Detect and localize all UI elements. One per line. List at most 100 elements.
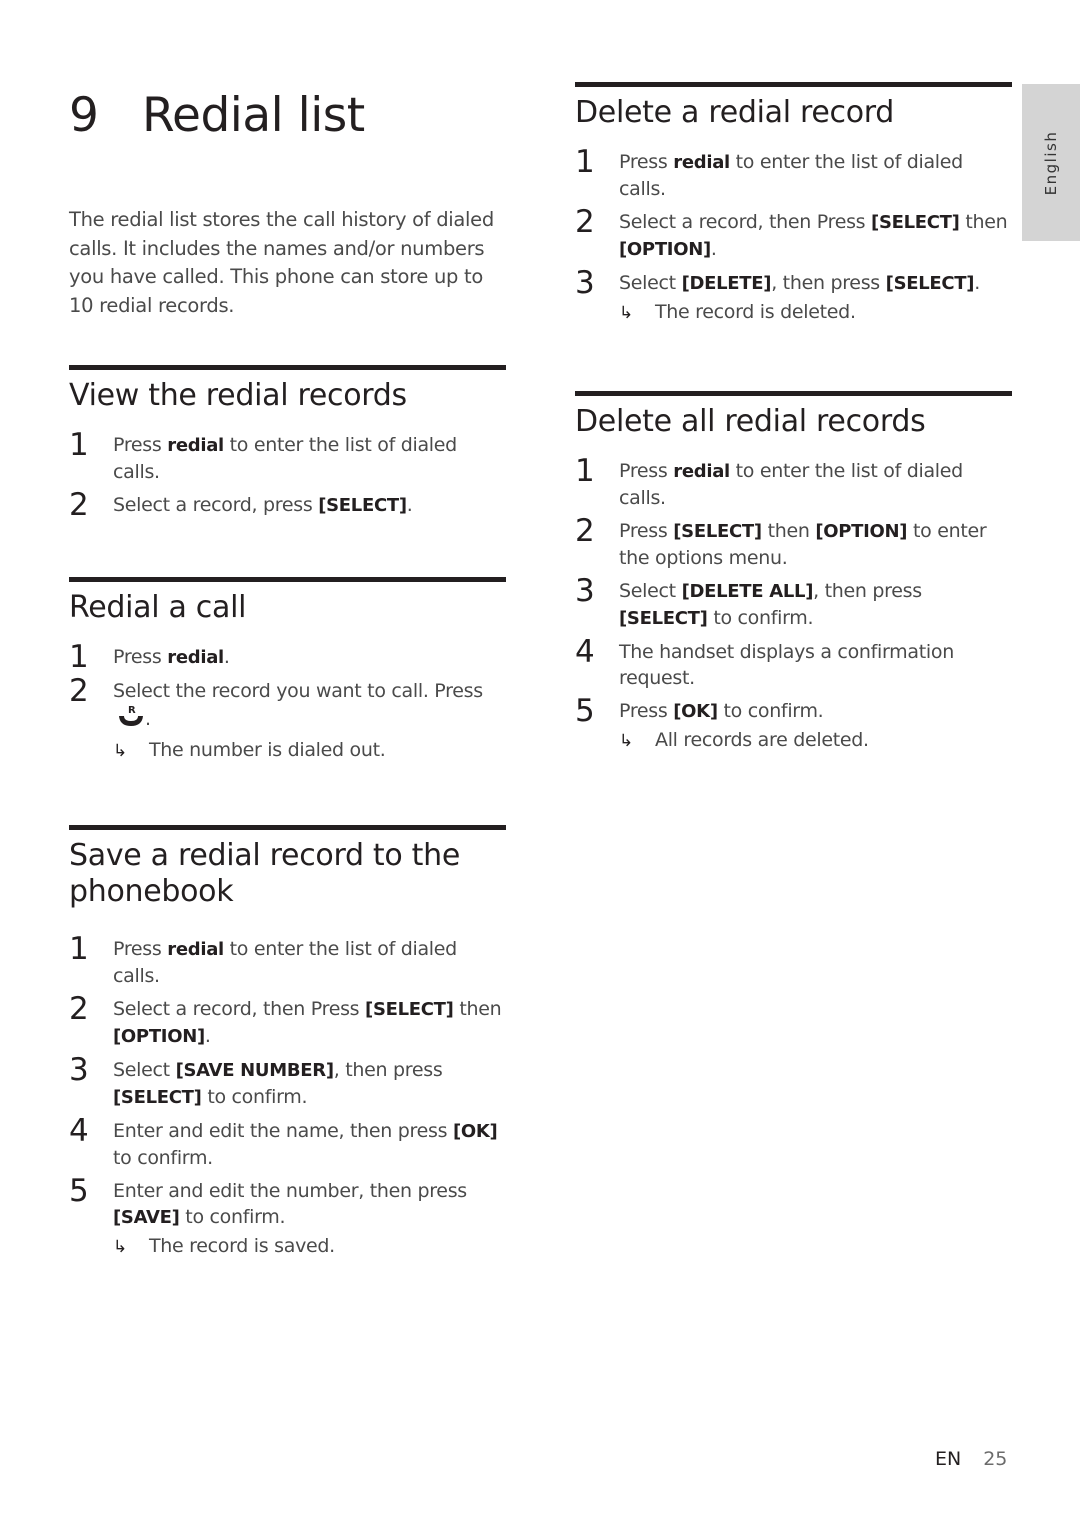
step-keyword: [SELECT] — [871, 212, 960, 233]
step-text-run: Select a record, press — [113, 494, 319, 516]
step-text-run: Select a record, then Press — [619, 211, 872, 233]
step-keyword: [SELECT] — [619, 608, 708, 629]
chapter-title: 9 Redial list — [69, 88, 365, 143]
step-keyword: [SELECT] — [673, 521, 762, 542]
step-keyword: [SELECT] — [113, 1087, 202, 1108]
section-divider — [575, 391, 1012, 396]
step-text-run: to confirm. — [179, 1206, 286, 1228]
step-text: Select [DELETE ALL], then press [SELECT]… — [619, 578, 1012, 632]
step-result: ↳ All records are deleted. — [619, 727, 1012, 754]
step-number: 5 — [575, 693, 595, 729]
step-item: 1 Press redial to enter the list of diale… — [69, 428, 506, 485]
result-arrow-icon: ↳ — [113, 741, 127, 761]
chapter-title-text: Redial list — [142, 88, 365, 143]
chapter-intro: The redial list stores the call history … — [69, 208, 494, 317]
step-text-run: Press — [113, 646, 168, 668]
section-title: Save a redial record to the phonebook — [69, 838, 461, 909]
step-text-run: to confirm. — [201, 1086, 308, 1108]
step-number: 5 — [69, 1173, 89, 1209]
step-item: 2 Select a record, then Press [SELECT] th… — [69, 992, 506, 1050]
step-text-run: Press — [113, 434, 168, 456]
step-text-run: . — [204, 1025, 211, 1047]
step-keyword: [OPTION] — [815, 521, 908, 542]
step-number: 1 — [575, 453, 595, 489]
step-keyword: [SELECT] — [885, 273, 975, 294]
step-number: 4 — [575, 634, 595, 670]
step-text-run: Press — [619, 520, 674, 542]
step-item: 3 Select [DELETE], then press [SELECT]. ↳ T… — [575, 266, 1012, 326]
step-text-run: Enter and edit the number, then press — [113, 1180, 467, 1202]
step-number: 3 — [69, 1052, 89, 1088]
step-keyword: [OPTION] — [113, 1026, 205, 1047]
step-text-run: Select a record, then Press — [113, 998, 366, 1020]
redial-call-icon: R — [117, 704, 145, 735]
section-divider — [69, 825, 506, 830]
step-number: 1 — [575, 144, 595, 180]
step-item: 2 Press [SELECT] then [OPTION] to enter t… — [575, 514, 1012, 571]
step-item: 4 The handset displays a confirmation req… — [575, 635, 1012, 691]
step-keyword: [SELECT] — [318, 495, 407, 516]
step-keyword: [OPTION] — [619, 239, 711, 260]
step-text-run: Press — [619, 460, 674, 482]
step-text: Select [DELETE], then press [SELECT]. — [619, 270, 1012, 297]
result-arrow-icon: ↳ — [113, 1237, 127, 1257]
result-arrow-icon: ↳ — [619, 731, 633, 751]
step-list: 1 Press redial to enter the list of diale… — [69, 932, 506, 1260]
language-tab: English — [1022, 84, 1080, 241]
section-divider — [69, 365, 506, 370]
step-text-run: Press — [113, 938, 168, 960]
section-title: Delete a redial record — [575, 95, 895, 130]
step-text-run: The handset displays a confirmation requ… — [619, 641, 954, 689]
section-delete-all: Delete all redial records 1 Press redial t… — [575, 391, 1012, 761]
step-text: Press redial to enter the list of dialed… — [619, 149, 1012, 202]
section-divider — [575, 82, 1012, 87]
step-text-run: . — [145, 708, 151, 730]
step-text-run: Press — [619, 151, 674, 173]
step-text-run: Select — [619, 272, 682, 294]
step-text: Select [SAVE NUMBER], then press [SELECT… — [113, 1057, 506, 1111]
step-number: 2 — [69, 991, 89, 1027]
step-text-run: then — [453, 998, 502, 1020]
page-footer: EN 25 — [935, 1448, 1007, 1470]
step-text: Enter and edit the name, then press [OK]… — [113, 1118, 506, 1171]
step-number: 4 — [69, 1113, 89, 1149]
step-text-run: Enter and edit the name, then press — [113, 1120, 453, 1142]
step-list: 1 Press redial. 2 Select the record you wan… — [69, 640, 506, 764]
step-keyword: [DELETE ALL] — [681, 581, 814, 602]
step-keyword: [SAVE] — [113, 1207, 180, 1228]
section-title: Delete all redial records — [575, 404, 926, 439]
page-number: 25 — [983, 1448, 1008, 1470]
step-keyword: [OK] — [673, 701, 718, 722]
step-item: 1 Press redial to enter the list of diale… — [575, 145, 1012, 202]
step-text-run: Select — [619, 580, 682, 602]
step-text: Press redial to enter the list of dialed… — [619, 458, 1012, 511]
step-result: ↳ The number is dialed out. — [113, 737, 506, 764]
step-text: Enter and edit the number, then press [S… — [113, 1178, 506, 1231]
step-keyword: redial — [673, 461, 730, 482]
step-list: 1 Press redial to enter the list of diale… — [575, 145, 1012, 326]
step-item: 3 Select [SAVE NUMBER], then press [SELEC… — [69, 1053, 506, 1111]
step-text-run: to confirm. — [113, 1147, 213, 1169]
step-item: 5 Enter and edit the number, then press [… — [69, 1174, 506, 1260]
step-item: 3 Select [DELETE ALL], then press [SELECT… — [575, 574, 1012, 632]
chapter-number: 9 — [69, 88, 99, 143]
step-text-run: . — [710, 238, 717, 260]
step-result: ↳ The record is deleted. — [619, 299, 1012, 326]
step-text-run: to confirm. — [717, 700, 824, 722]
step-item: 4 Enter and edit the name, then press [OK… — [69, 1114, 506, 1171]
step-text: Press redial to enter the list of dialed… — [113, 432, 506, 485]
section-save: Save a redial record to the phonebook 1 Pr… — [69, 825, 506, 1267]
step-number: 2 — [575, 204, 595, 240]
svg-text:R: R — [128, 705, 136, 716]
step-list: 1 Press redial to enter the list of diale… — [575, 454, 1012, 754]
result-text: The record is saved. — [149, 1235, 335, 1257]
step-item: 5 Press [OK] to confirm. ↳ All records are … — [575, 694, 1012, 754]
step-keyword: [DELETE] — [681, 273, 772, 294]
step-text-run: then — [959, 211, 1008, 233]
step-list: 1 Press redial to enter the list of diale… — [69, 428, 506, 522]
footer-language: EN — [935, 1448, 962, 1470]
step-number: 1 — [69, 427, 89, 463]
step-keyword: [SELECT] — [365, 999, 454, 1020]
step-text: Select a record, then Press [SELECT] the… — [619, 209, 1012, 263]
section-divider — [69, 577, 506, 582]
